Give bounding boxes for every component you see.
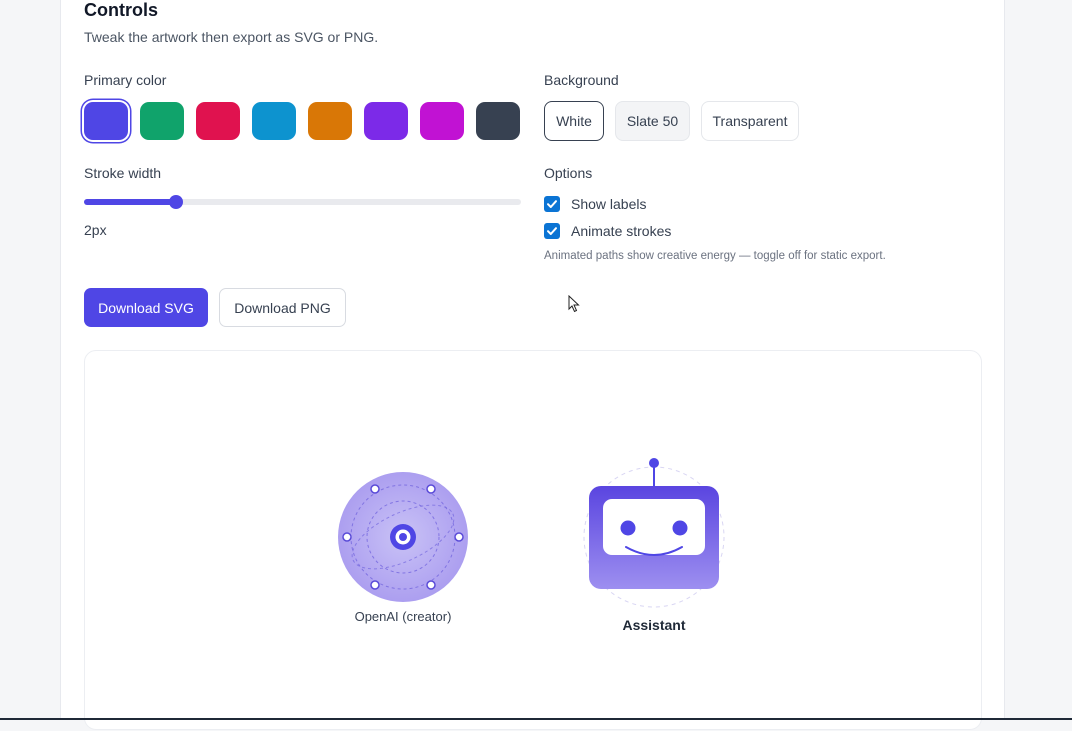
show-labels-checkbox[interactable] [544, 196, 560, 212]
download-png-button[interactable]: Download PNG [219, 288, 346, 327]
animate-strokes-label: Animate strokes [571, 223, 672, 239]
creator-node-label: OpenAI (creator) [354, 609, 452, 624]
robot-icon [583, 458, 725, 608]
color-swatch[interactable] [308, 102, 352, 140]
artwork-preview [338, 458, 725, 608]
check-icon [547, 227, 557, 235]
background-slate-button[interactable]: Slate 50 [615, 101, 690, 141]
animate-strokes-checkbox[interactable] [544, 223, 560, 239]
color-swatch[interactable] [196, 102, 240, 140]
background-transparent-button[interactable]: Transparent [701, 101, 799, 141]
color-swatch[interactable] [476, 102, 520, 140]
slider-thumb[interactable] [169, 195, 183, 209]
controls-panel: Controls Tweak the artwork then export a… [60, 0, 1005, 730]
stroke-width-value: 2px [84, 222, 107, 238]
primary-color-label: Primary color [84, 72, 167, 88]
color-swatch[interactable] [140, 102, 184, 140]
artwork-canvas: OpenAI (creator) Assistant [84, 350, 982, 730]
show-labels-label: Show labels [571, 196, 647, 212]
page-title: Controls [84, 0, 158, 20]
background-label: Background [544, 72, 619, 88]
slider-fill [84, 199, 176, 205]
stroke-width-label: Stroke width [84, 165, 162, 181]
show-labels-option[interactable]: Show labels [544, 195, 647, 213]
mouse-cursor-icon [568, 295, 580, 313]
stroke-width-slider[interactable] [84, 195, 521, 209]
background-white-button[interactable]: White [544, 101, 604, 141]
page-subtitle: Tweak the artwork then export as SVG or … [84, 29, 379, 45]
options-hint: Animated paths show creative energy — to… [544, 250, 886, 262]
animate-strokes-option[interactable]: Animate strokes [544, 222, 671, 240]
assistant-node-label: Assistant [622, 617, 686, 633]
color-swatch[interactable] [84, 102, 128, 140]
download-svg-button[interactable]: Download SVG [84, 288, 208, 327]
check-icon [547, 200, 557, 208]
color-swatch[interactable] [364, 102, 408, 140]
options-label: Options [544, 165, 593, 181]
orbit-icon [338, 472, 468, 602]
color-swatch[interactable] [420, 102, 464, 140]
color-swatch[interactable] [252, 102, 296, 140]
